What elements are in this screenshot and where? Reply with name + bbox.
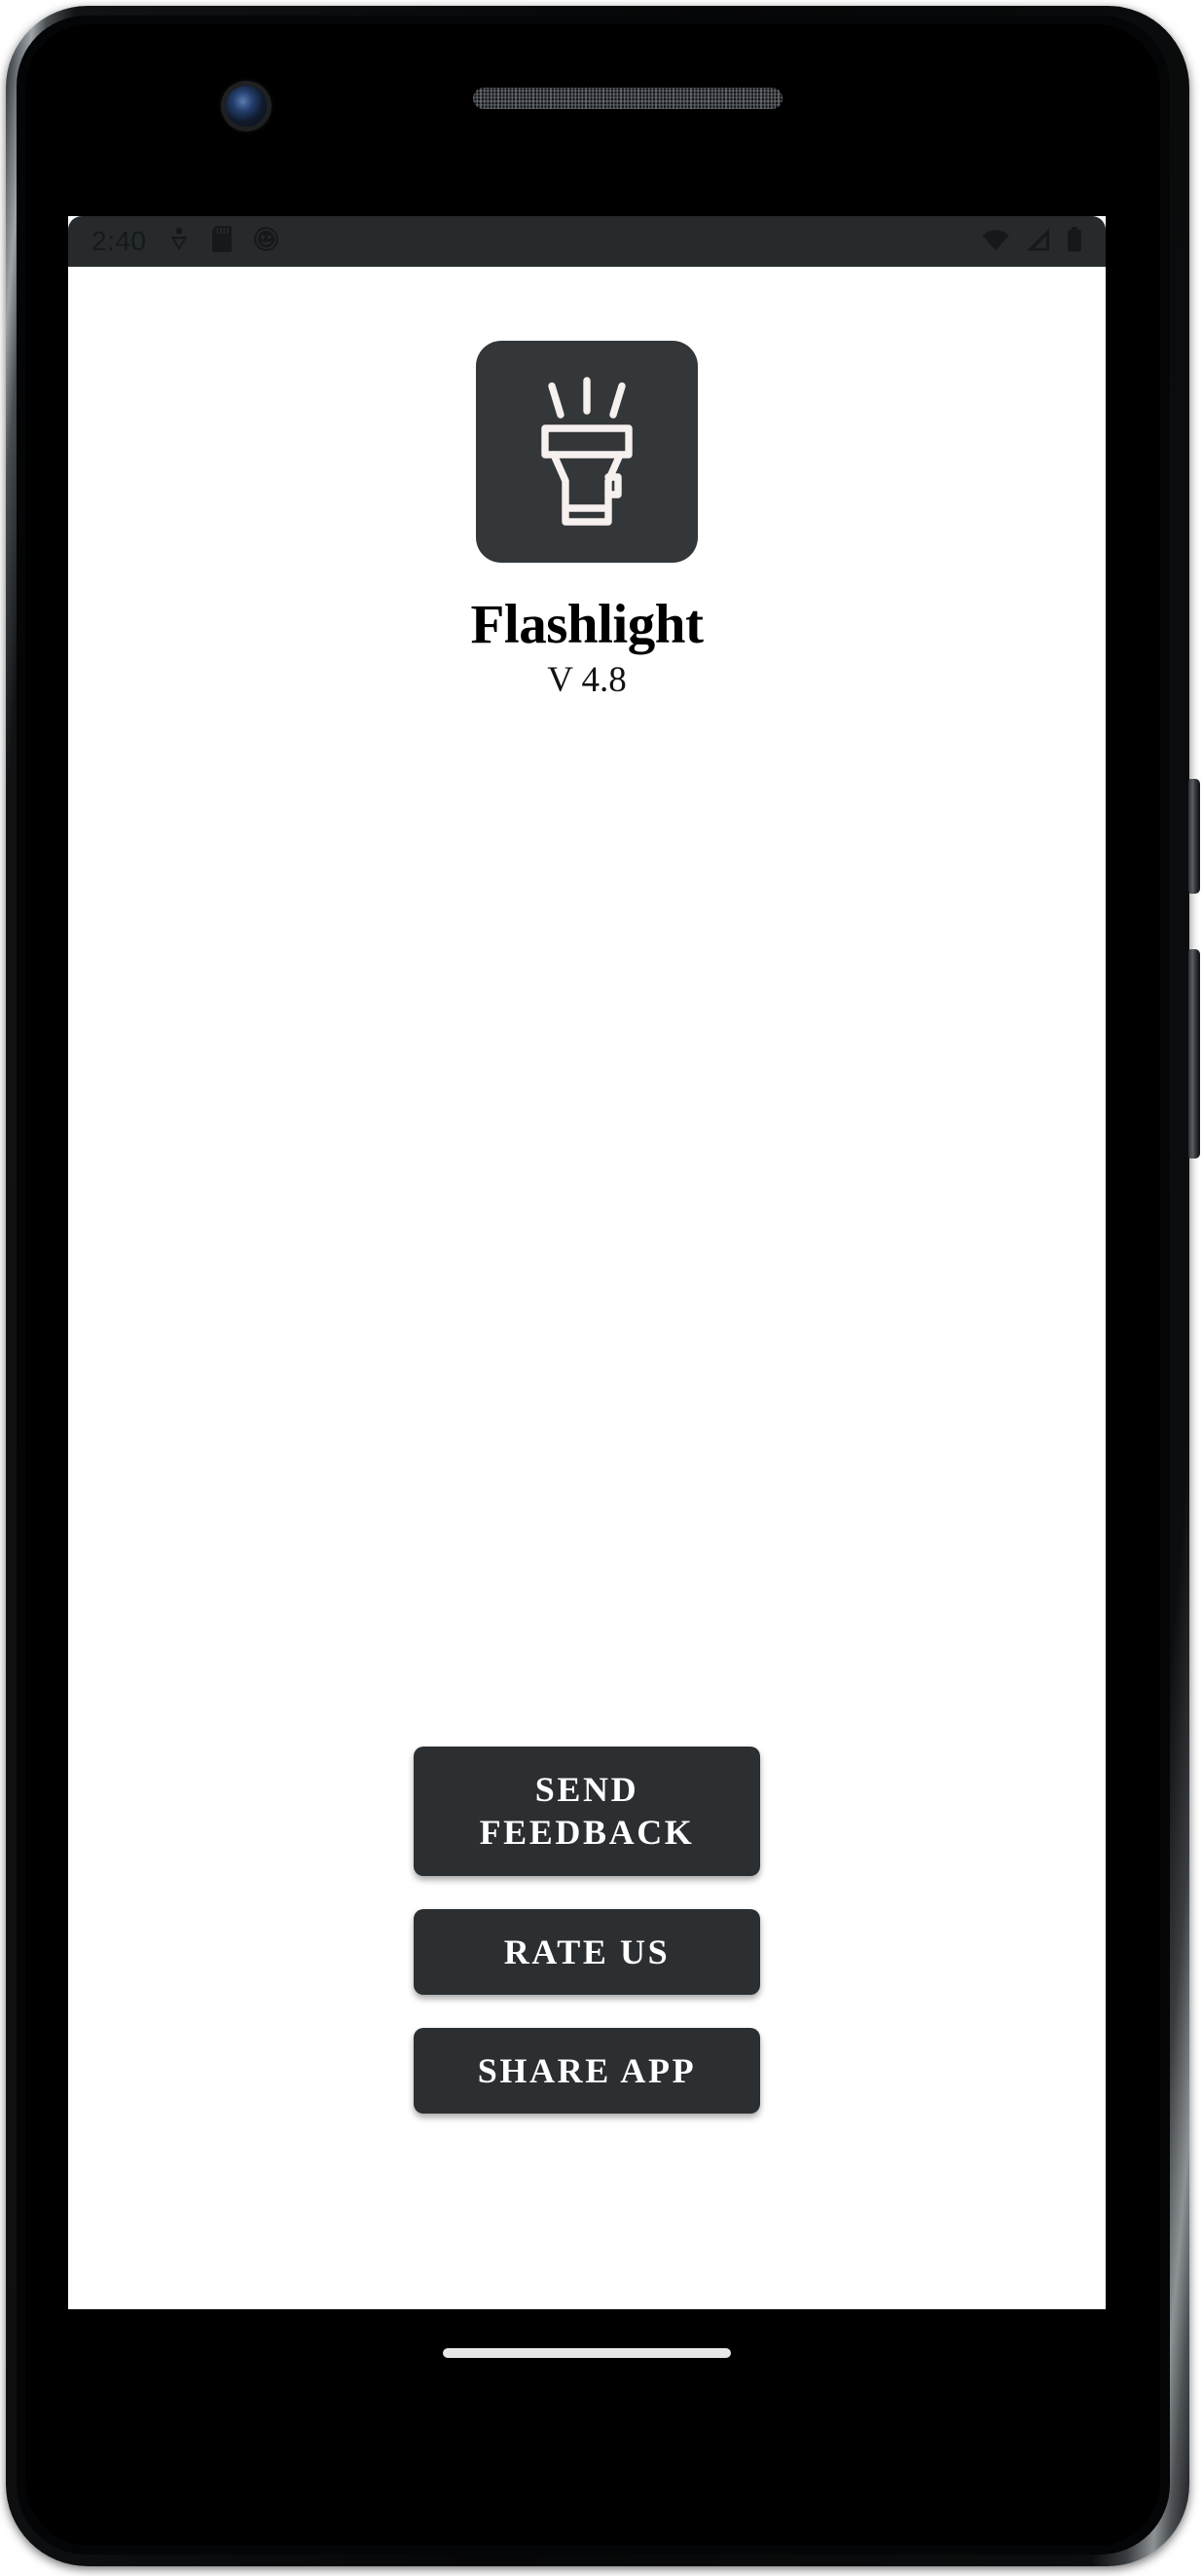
volume-rocker-button[interactable] (1188, 949, 1200, 1159)
battery-icon (1067, 226, 1082, 257)
phone-screen: 2:40 Flashlight V 4.8 SEND FEEDBACK RATE… (68, 216, 1106, 2309)
home-gesture-indicator[interactable] (443, 2348, 731, 2358)
app-main-content: Flashlight V 4.8 SEND FEEDBACK RATE US S… (68, 267, 1106, 2309)
phone-device-frame: 2:40 Flashlight V 4.8 SEND FEEDBACK RATE… (0, 0, 1202, 2576)
status-bar-clock: 2:40 (91, 226, 147, 256)
earpiece-speaker-grille (473, 88, 783, 109)
cellular-signal-icon (1026, 228, 1051, 256)
send-feedback-button[interactable]: SEND FEEDBACK (414, 1747, 760, 1876)
downloads-icon (168, 227, 190, 257)
share-app-button[interactable]: SHARE APP (414, 2027, 760, 2115)
power-button[interactable] (1188, 779, 1200, 894)
status-bar: 2:40 (68, 216, 1106, 267)
rate-us-button[interactable]: RATE US (414, 1908, 760, 1995)
status-bar-right-group (981, 226, 1082, 257)
status-bar-left-group: 2:40 (91, 226, 278, 257)
system-navigation-bar (68, 2309, 1106, 2397)
face-avatar-icon (253, 227, 278, 256)
front-camera-lens (226, 86, 267, 127)
flashlight-app-icon (476, 341, 698, 563)
sd-card-icon (211, 226, 233, 257)
app-version-label: V 4.8 (547, 659, 627, 700)
wifi-icon (981, 228, 1010, 256)
action-button-stack: SEND FEEDBACK RATE US SHARE APP (68, 1747, 1106, 2115)
app-title: Flashlight (470, 594, 704, 655)
